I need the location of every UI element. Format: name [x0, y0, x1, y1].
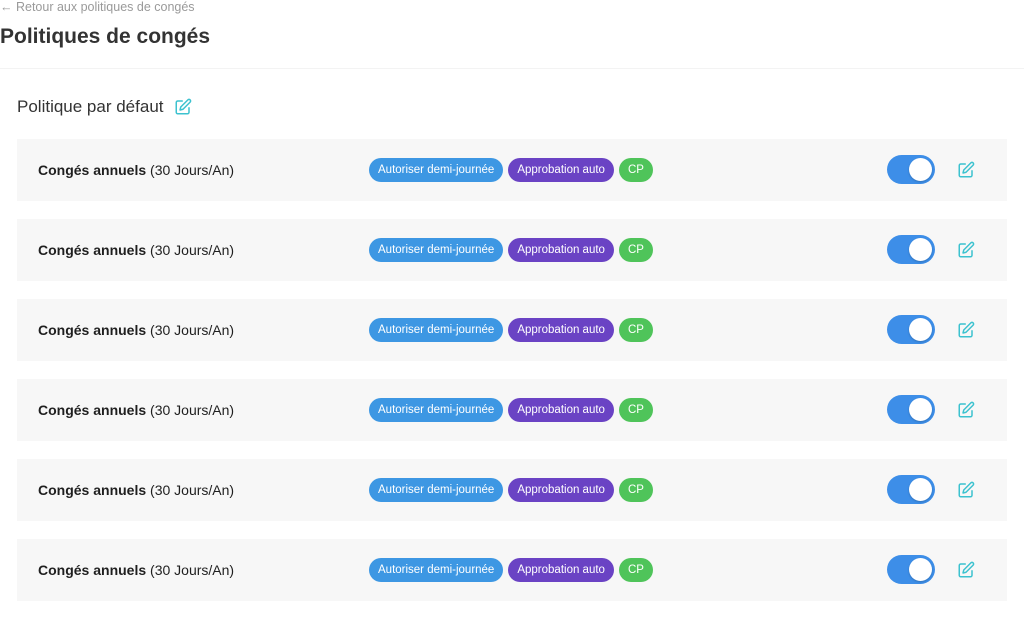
back-link[interactable]: ← Retour aux politiques de congés [0, 0, 195, 14]
toggle-knob [909, 238, 932, 261]
toggle-knob [909, 158, 932, 181]
policy-badges: Autoriser demi-journée Approbation auto CP [369, 158, 653, 182]
policy-badges: Autoriser demi-journée Approbation auto CP [369, 478, 653, 502]
policy-row: Congés annuels (30 Jours/An) Autoriser de… [17, 299, 1007, 361]
toggle-knob [909, 558, 932, 581]
policy-detail: (30 Jours/An) [150, 402, 235, 418]
half-day-badge: Autoriser demi-journée [369, 478, 504, 502]
policy-name: Congés annuels [38, 562, 147, 578]
policy-toggle[interactable] [887, 315, 935, 344]
policy-row: Congés annuels (30 Jours/An) Autoriser de… [17, 459, 1007, 521]
policy-label: Congés annuels (30 Jours/An) [38, 321, 234, 339]
half-day-badge: Autoriser demi-journée [369, 158, 504, 182]
policy-label: Congés annuels (30 Jours/An) [38, 481, 234, 499]
edit-icon[interactable] [957, 481, 975, 499]
half-day-badge: Autoriser demi-journée [369, 398, 504, 422]
section-header: Politique par défaut [17, 96, 192, 118]
policy-label: Congés annuels (30 Jours/An) [38, 401, 234, 419]
toggle-knob [909, 398, 932, 421]
cp-badge: CP [618, 238, 653, 262]
auto-approval-badge: Approbation auto [508, 238, 614, 262]
policy-detail: (30 Jours/An) [150, 322, 235, 338]
policy-row: Congés annuels (30 Jours/An) Autoriser de… [17, 539, 1007, 601]
toggle-knob [909, 318, 932, 341]
policy-toggle[interactable] [887, 475, 935, 504]
section-title: Politique par défaut [17, 97, 164, 116]
edit-icon[interactable] [957, 561, 975, 579]
policy-detail: (30 Jours/An) [150, 242, 235, 258]
cp-badge: CP [618, 558, 653, 582]
policy-detail: (30 Jours/An) [150, 162, 235, 178]
auto-approval-badge: Approbation auto [508, 158, 614, 182]
policy-toggle[interactable] [887, 395, 935, 424]
policy-badges: Autoriser demi-journée Approbation auto CP [369, 398, 653, 422]
policy-row: Congés annuels (30 Jours/An) Autoriser de… [17, 219, 1007, 281]
policy-toggle[interactable] [887, 155, 935, 184]
cp-badge: CP [618, 478, 653, 502]
cp-badge: CP [618, 158, 653, 182]
policy-list: Congés annuels (30 Jours/An) Autoriser de… [17, 139, 1007, 618]
policy-toggle[interactable] [887, 555, 935, 584]
auto-approval-badge: Approbation auto [508, 478, 614, 502]
cp-badge: CP [618, 318, 653, 342]
policy-name: Congés annuels [38, 402, 147, 418]
policy-row: Congés annuels (30 Jours/An) Autoriser de… [17, 139, 1007, 201]
edit-icon[interactable] [957, 401, 975, 419]
policy-label: Congés annuels (30 Jours/An) [38, 561, 234, 579]
auto-approval-badge: Approbation auto [508, 398, 614, 422]
page-title: Politiques de congés [0, 25, 211, 48]
cp-badge: CP [618, 398, 653, 422]
policy-badges: Autoriser demi-journée Approbation auto CP [369, 558, 653, 582]
edit-icon[interactable] [174, 98, 192, 116]
policy-toggle[interactable] [887, 235, 935, 264]
policy-detail: (30 Jours/An) [150, 482, 235, 498]
policy-badges: Autoriser demi-journée Approbation auto CP [369, 318, 653, 342]
policy-label: Congés annuels (30 Jours/An) [38, 241, 234, 259]
half-day-badge: Autoriser demi-journée [369, 238, 504, 262]
header-divider [0, 68, 1024, 69]
half-day-badge: Autoriser demi-journée [369, 558, 504, 582]
auto-approval-badge: Approbation auto [508, 318, 614, 342]
policy-row: Congés annuels (30 Jours/An) Autoriser de… [17, 379, 1007, 441]
policy-name: Congés annuels [38, 162, 147, 178]
edit-icon[interactable] [957, 321, 975, 339]
policy-badges: Autoriser demi-journée Approbation auto CP [369, 238, 653, 262]
policy-name: Congés annuels [38, 482, 147, 498]
auto-approval-badge: Approbation auto [508, 558, 614, 582]
half-day-badge: Autoriser demi-journée [369, 318, 504, 342]
toggle-knob [909, 478, 932, 501]
policy-label: Congés annuels (30 Jours/An) [38, 161, 234, 179]
edit-icon[interactable] [957, 161, 975, 179]
leave-policies-page: ← Retour aux politiques de congés Politi… [0, 0, 1024, 618]
policy-name: Congés annuels [38, 322, 147, 338]
policy-name: Congés annuels [38, 242, 147, 258]
edit-icon[interactable] [957, 241, 975, 259]
policy-detail: (30 Jours/An) [150, 562, 235, 578]
